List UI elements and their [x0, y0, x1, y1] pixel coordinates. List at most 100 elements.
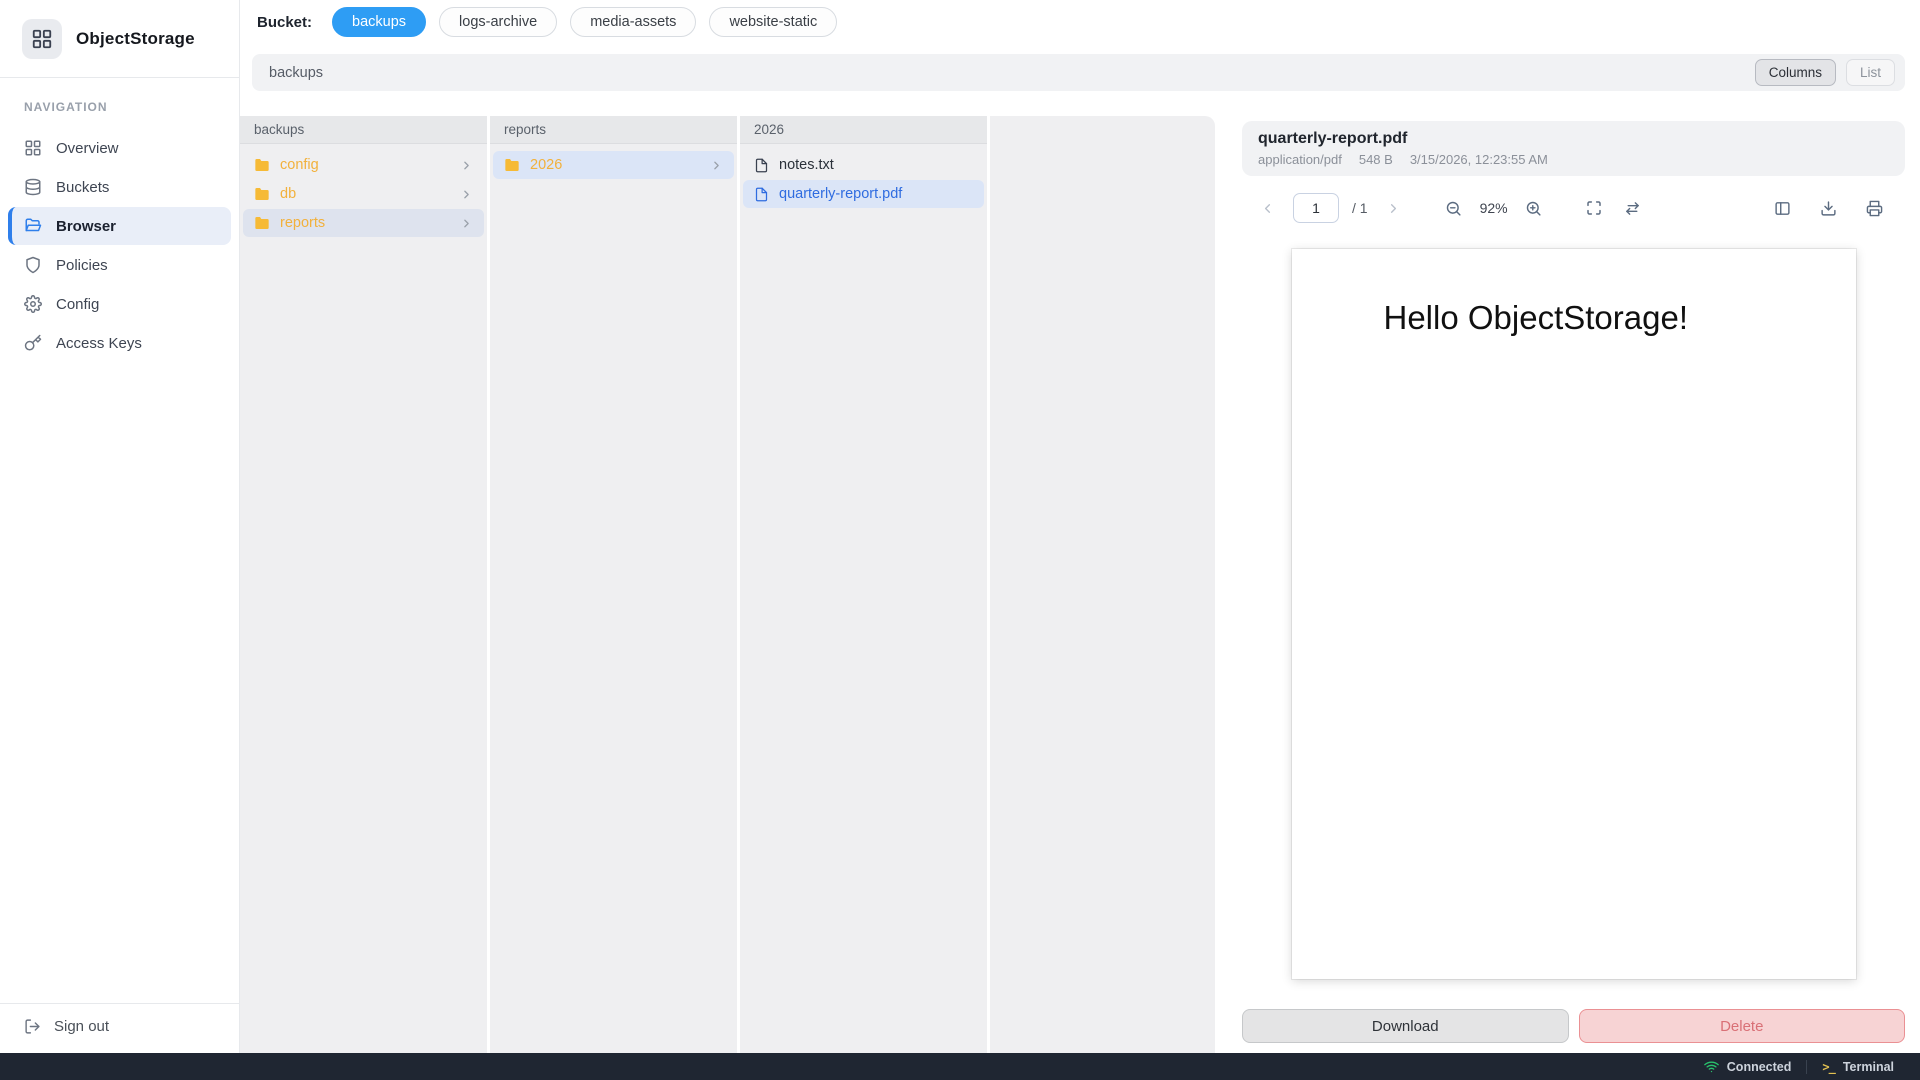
bucket-pill-logs-archive[interactable]: logs-archive: [439, 7, 557, 37]
sidebar-item-browser[interactable]: Browser: [8, 207, 231, 245]
main-area: Bucket: backups logs-archive media-asset…: [240, 0, 1920, 1053]
sidebar-item-label: Policies: [56, 257, 108, 274]
status-divider: [1806, 1060, 1807, 1074]
column-empty: [990, 116, 1215, 1053]
column-header: backups: [240, 116, 487, 144]
shield-icon: [24, 256, 42, 274]
column-body: notes.txt quarterly-report.pdf: [740, 144, 987, 209]
gear-icon: [24, 295, 42, 313]
preview-metadata: application/pdf 548 B 3/15/2026, 12:23:5…: [1258, 152, 1889, 168]
pdf-toolbar: / 1 92%: [1242, 189, 1905, 227]
folder-name: config: [280, 157, 319, 173]
sidebar-item-overview[interactable]: Overview: [8, 129, 231, 167]
file-icon: [754, 158, 769, 173]
print-button[interactable]: [1861, 195, 1887, 221]
grid-icon: [24, 139, 42, 157]
list-view-button[interactable]: List: [1846, 59, 1895, 86]
terminal-label: Terminal: [1843, 1060, 1894, 1074]
file-name: quarterly-report.pdf: [779, 186, 902, 202]
file-row-quarterly-report-pdf[interactable]: quarterly-report.pdf: [743, 180, 984, 208]
modified-timestamp: 3/15/2026, 12:23:55 AM: [1410, 152, 1548, 168]
chevron-right-icon: [710, 159, 723, 172]
column-header: reports: [490, 116, 737, 144]
app-logo-row: ObjectStorage: [0, 0, 239, 78]
preview-header: quarterly-report.pdf application/pdf 548…: [1242, 121, 1905, 176]
sidebar-item-policies[interactable]: Policies: [8, 246, 231, 284]
sign-out-label: Sign out: [54, 1018, 109, 1035]
terminal-toggle[interactable]: >_ Terminal: [1822, 1060, 1894, 1074]
download-icon-button[interactable]: [1815, 195, 1841, 221]
file-size: 548 B: [1359, 152, 1393, 168]
terminal-prompt-icon: >_: [1822, 1060, 1834, 1074]
pdf-page-text: Hello ObjectStorage!: [1384, 299, 1689, 337]
column-backups: backups config: [240, 116, 490, 1053]
folder-name: reports: [280, 215, 325, 231]
sidebar-item-label: Overview: [56, 140, 119, 157]
folder-row-2026[interactable]: 2026: [493, 151, 734, 179]
bucket-pill-website-static[interactable]: website-static: [709, 7, 837, 37]
prev-page-button[interactable]: [1254, 195, 1280, 221]
view-toggle: Columns List: [1755, 59, 1895, 86]
folder-icon: [254, 157, 270, 173]
chevron-right-icon: [460, 217, 473, 230]
folder-icon: [504, 157, 520, 173]
pdf-viewer: Hello ObjectStorage!: [1242, 227, 1905, 997]
column-reports: reports 2026: [490, 116, 740, 1053]
columns-view-button[interactable]: Columns: [1755, 59, 1836, 86]
path-bar: backups Columns List: [252, 54, 1905, 91]
folder-row-config[interactable]: config: [243, 151, 484, 179]
download-button[interactable]: Download: [1242, 1009, 1569, 1043]
fit-width-button[interactable]: [1620, 195, 1646, 221]
connection-status: Connected: [1704, 1059, 1792, 1074]
content-type: application/pdf: [1258, 152, 1342, 168]
file-row-notes-txt[interactable]: notes.txt: [743, 151, 984, 179]
file-name: notes.txt: [779, 157, 834, 173]
sidebar-item-label: Buckets: [56, 179, 109, 196]
sidebar: ObjectStorage NAVIGATION Overview: [0, 0, 240, 1053]
folder-row-reports[interactable]: reports: [243, 209, 484, 237]
sidebar-item-label: Config: [56, 296, 99, 313]
page-number-input[interactable]: [1293, 193, 1339, 223]
grid-logo-icon: [31, 28, 53, 50]
wifi-icon: [1704, 1059, 1719, 1074]
sidebar-footer: Sign out: [0, 1003, 239, 1053]
folder-icon: [254, 215, 270, 231]
column-header: 2026: [740, 116, 987, 144]
bucket-label: Bucket:: [257, 14, 312, 31]
column-body: 2026: [490, 144, 737, 180]
folder-icon: [254, 186, 270, 202]
sidebar-item-access-keys[interactable]: Access Keys: [8, 324, 231, 362]
pdf-page: Hello ObjectStorage!: [1292, 249, 1856, 979]
bucket-selector-bar: Bucket: backups logs-archive media-asset…: [240, 0, 1920, 44]
page-count-label: / 1: [1352, 200, 1368, 216]
chevron-right-icon: [460, 188, 473, 201]
sign-out-button[interactable]: Sign out: [24, 1018, 215, 1035]
next-page-button[interactable]: [1381, 195, 1407, 221]
chevron-right-icon: [460, 159, 473, 172]
preview-actions: Download Delete: [1242, 1009, 1905, 1043]
database-icon: [24, 178, 42, 196]
bucket-pill-backups[interactable]: backups: [332, 7, 426, 37]
folder-open-icon: [24, 217, 42, 235]
sidebar-item-buckets[interactable]: Buckets: [8, 168, 231, 206]
column-2026: 2026 notes.txt: [740, 116, 990, 1053]
sidebar-item-config[interactable]: Config: [8, 285, 231, 323]
toggle-sidebar-panel-button[interactable]: [1769, 195, 1795, 221]
app-logo: [22, 19, 62, 59]
zoom-in-button[interactable]: [1521, 195, 1547, 221]
bucket-pill-media-assets[interactable]: media-assets: [570, 7, 696, 37]
file-preview-panel: quarterly-report.pdf application/pdf 548…: [1242, 116, 1905, 1053]
key-icon: [24, 334, 42, 352]
zoom-out-button[interactable]: [1441, 195, 1467, 221]
log-out-icon: [24, 1018, 41, 1035]
sidebar-nav: NAVIGATION Overview: [0, 78, 239, 363]
file-icon: [754, 187, 769, 202]
fullscreen-button[interactable]: [1581, 195, 1607, 221]
breadcrumb: backups: [269, 65, 323, 81]
preview-file-name: quarterly-report.pdf: [1258, 129, 1889, 148]
folder-row-db[interactable]: db: [243, 180, 484, 208]
folder-name: db: [280, 186, 296, 202]
sidebar-item-label: Access Keys: [56, 335, 142, 352]
delete-button[interactable]: Delete: [1579, 1009, 1906, 1043]
miller-columns: backups config: [240, 116, 1215, 1053]
